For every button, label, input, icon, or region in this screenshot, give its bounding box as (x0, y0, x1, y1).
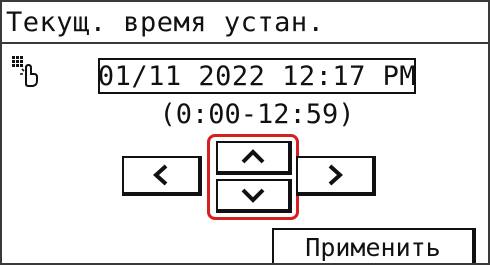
numeric-keypad-touch-icon[interactable] (10, 54, 46, 90)
datetime-field[interactable]: 01/11 2022 12:17 PM (98, 58, 416, 94)
time-setting-screen: Текущ. время устан. 01/11 2022 12:17 PM … (0, 0, 490, 265)
increment-button[interactable] (216, 141, 292, 175)
move-right-button[interactable] (296, 156, 376, 196)
chevron-up-icon (240, 148, 266, 166)
decrement-button[interactable] (216, 179, 292, 213)
page-title: Текущ. время устан. (2, 2, 488, 44)
chevron-down-icon (240, 186, 266, 204)
chevron-left-icon (151, 163, 171, 187)
apply-button[interactable]: Применить (272, 228, 476, 263)
move-left-button[interactable] (122, 156, 202, 196)
hour-range-hint: (0:00-12:59) (159, 98, 355, 130)
chevron-right-icon (325, 163, 345, 187)
